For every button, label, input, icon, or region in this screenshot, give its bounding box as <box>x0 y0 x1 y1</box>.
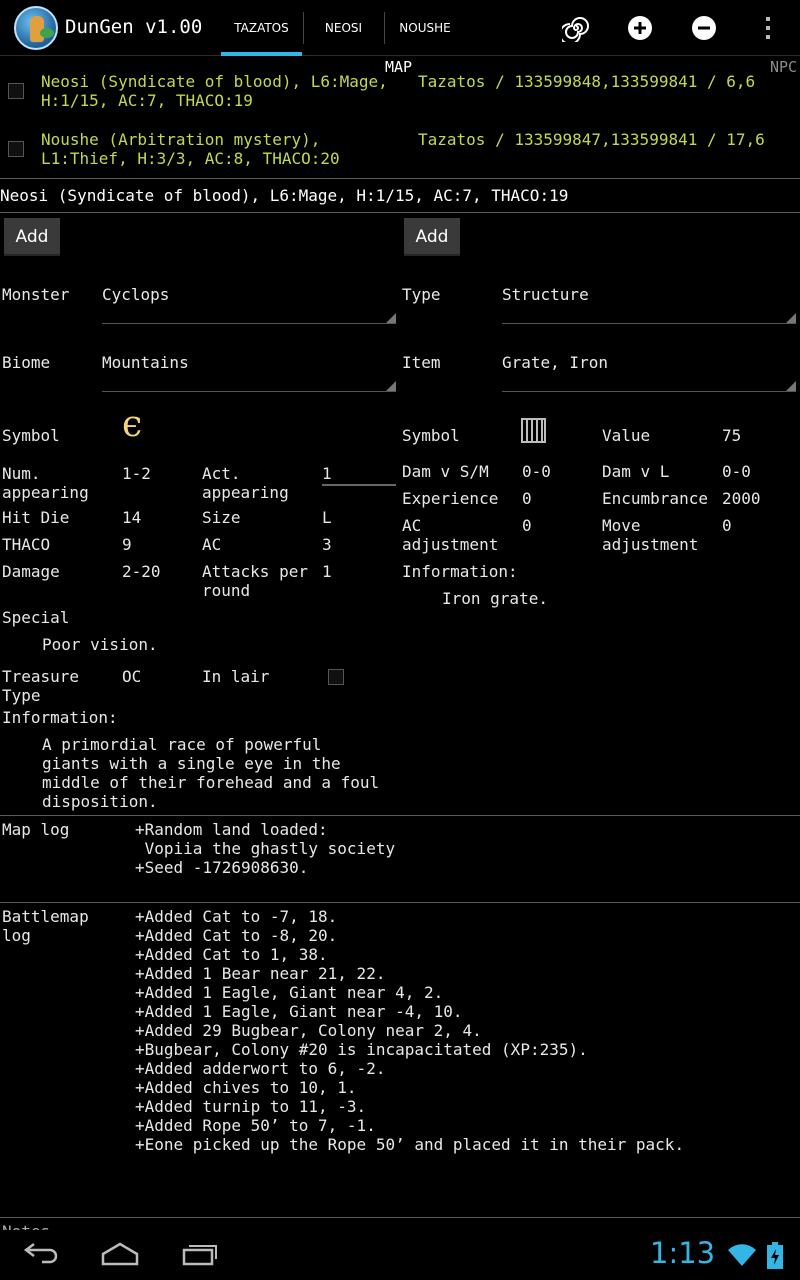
move-adjustment-label: Move adjustment <box>602 516 699 554</box>
act-appearing-label: Act. appearing <box>202 464 289 502</box>
map-header: MAP <box>385 58 413 76</box>
biome-value[interactable]: Mountains <box>102 353 189 372</box>
grate-icon <box>521 418 546 443</box>
dam-l-value: 0-0 <box>722 462 751 481</box>
tab-neosi[interactable]: NEOSI <box>304 0 383 56</box>
in-lair-label: In lair <box>202 667 270 686</box>
value-label: Value <box>602 426 651 445</box>
tab-noushe[interactable]: NOUSHE <box>385 0 465 56</box>
wifi-icon <box>728 1244 756 1266</box>
tab-tazatos[interactable]: TAZATOS <box>221 0 302 56</box>
dam-sm-label: Dam v S/M <box>402 462 489 481</box>
home-icon[interactable] <box>100 1240 140 1268</box>
party-line1: Neosi (Syndicate of blood), L6:Mage, <box>41 72 388 91</box>
map-log-label: Map log <box>2 820 70 839</box>
attacks-label: Attacks per round <box>202 562 308 600</box>
ac-adjustment-value: 0 <box>522 516 532 535</box>
item-label: Item <box>402 353 441 372</box>
encumbrance-value: 2000 <box>722 489 761 508</box>
thaco-label: THACO <box>2 535 51 554</box>
recent-apps-icon[interactable] <box>180 1240 220 1268</box>
app-title: DunGen v1.00 <box>65 16 203 38</box>
damage-label: Damage <box>2 562 60 581</box>
thaco-value: 9 <box>122 535 132 554</box>
cyclops-symbol-icon: ϵ <box>122 404 143 445</box>
dam-sm-value: 0-0 <box>522 462 551 481</box>
move-adjustment-value: 0 <box>722 516 732 535</box>
damage-value: 2-20 <box>122 562 161 581</box>
party-location: Tazatos / 133599848,133599841 / 6,6 <box>418 72 756 91</box>
hit-die-label: Hit Die <box>2 508 70 527</box>
add-item-button[interactable]: Add <box>404 218 460 256</box>
ac-value: 3 <box>322 535 332 554</box>
party-line2: L1:Thief, H:3/3, AC:8, THACO:20 <box>41 149 340 168</box>
npc-header[interactable]: NPC <box>770 58 797 76</box>
item-info-label: Information: <box>402 562 518 581</box>
party-location: Tazatos / 133599847,133599841 / 17,6 <box>418 130 765 149</box>
monster-info-label: Information: <box>2 708 118 727</box>
back-icon[interactable] <box>20 1240 60 1268</box>
app-logo-icon[interactable] <box>14 6 58 50</box>
monster-label: Monster <box>2 285 70 304</box>
party-line1: Noushe (Arbitration mystery), <box>41 130 321 149</box>
experience-label: Experience <box>402 489 499 508</box>
num-appearing-label: Num. appearing <box>2 464 89 502</box>
remove-icon[interactable] <box>690 14 718 42</box>
notes-label: Notes <box>2 1222 50 1230</box>
attacks-value: 1 <box>322 562 332 581</box>
battlemap-log-text: +Added Cat to -7, 18. +Added Cat to -8, … <box>135 907 685 1154</box>
ac-label: AC <box>202 535 222 554</box>
dam-l-label: Dam v L <box>602 462 670 481</box>
map-log-text: +Random land loaded: Vopiia the ghastly … <box>135 820 396 877</box>
item-info-text: Iron grate. <box>442 589 548 608</box>
action-bar: DunGen v1.00 TAZATOS NEOSI NOUSHE <box>0 0 800 56</box>
act-appearing-input[interactable]: 1 <box>322 464 332 483</box>
add-monster-button[interactable]: Add <box>4 218 60 256</box>
monster-value[interactable]: Cyclops <box>102 285 169 304</box>
item-value[interactable]: Grate, Iron <box>502 353 608 372</box>
type-label: Type <box>402 285 441 304</box>
hit-die-value: 14 <box>122 508 142 527</box>
biome-label: Biome <box>2 353 51 372</box>
add-icon[interactable] <box>626 14 654 42</box>
in-lair-checkbox[interactable] <box>328 669 344 685</box>
encumbrance-label: Encumbrance <box>602 489 708 508</box>
party-line2: H:1/15, AC:7, THACO:19 <box>41 91 253 110</box>
monster-info-text: A primordial race of powerful giants wit… <box>42 735 380 811</box>
battery-icon <box>767 1242 783 1269</box>
selected-character[interactable]: Neosi (Syndicate of blood), L6:Mage, H:1… <box>0 186 568 205</box>
act-appearing-underline <box>322 484 396 486</box>
type-value[interactable]: Structure <box>502 285 589 304</box>
num-appearing-value: 1-2 <box>122 464 151 483</box>
item-symbol-label: Symbol <box>402 426 460 445</box>
special-label: Special <box>2 608 70 627</box>
treasure-type-value: OC <box>122 667 142 686</box>
treasure-type-label: Treasure Type <box>2 667 80 705</box>
size-label: Size <box>202 508 241 527</box>
special-value: Poor vision. <box>42 635 158 654</box>
spiral-icon[interactable] <box>562 14 590 42</box>
experience-value: 0 <box>522 489 532 508</box>
clock: 1:13 <box>650 1236 716 1270</box>
value-value: 75 <box>722 426 742 445</box>
party-checkbox[interactable] <box>8 83 24 99</box>
party-checkbox[interactable] <box>8 141 24 157</box>
monster-symbol-label: Symbol <box>2 426 60 445</box>
battlemap-log-label: Battlemap log <box>2 907 89 945</box>
overflow-icon[interactable] <box>754 14 782 42</box>
ac-adjustment-label: AC adjustment <box>402 516 499 554</box>
size-value: L <box>322 508 332 527</box>
